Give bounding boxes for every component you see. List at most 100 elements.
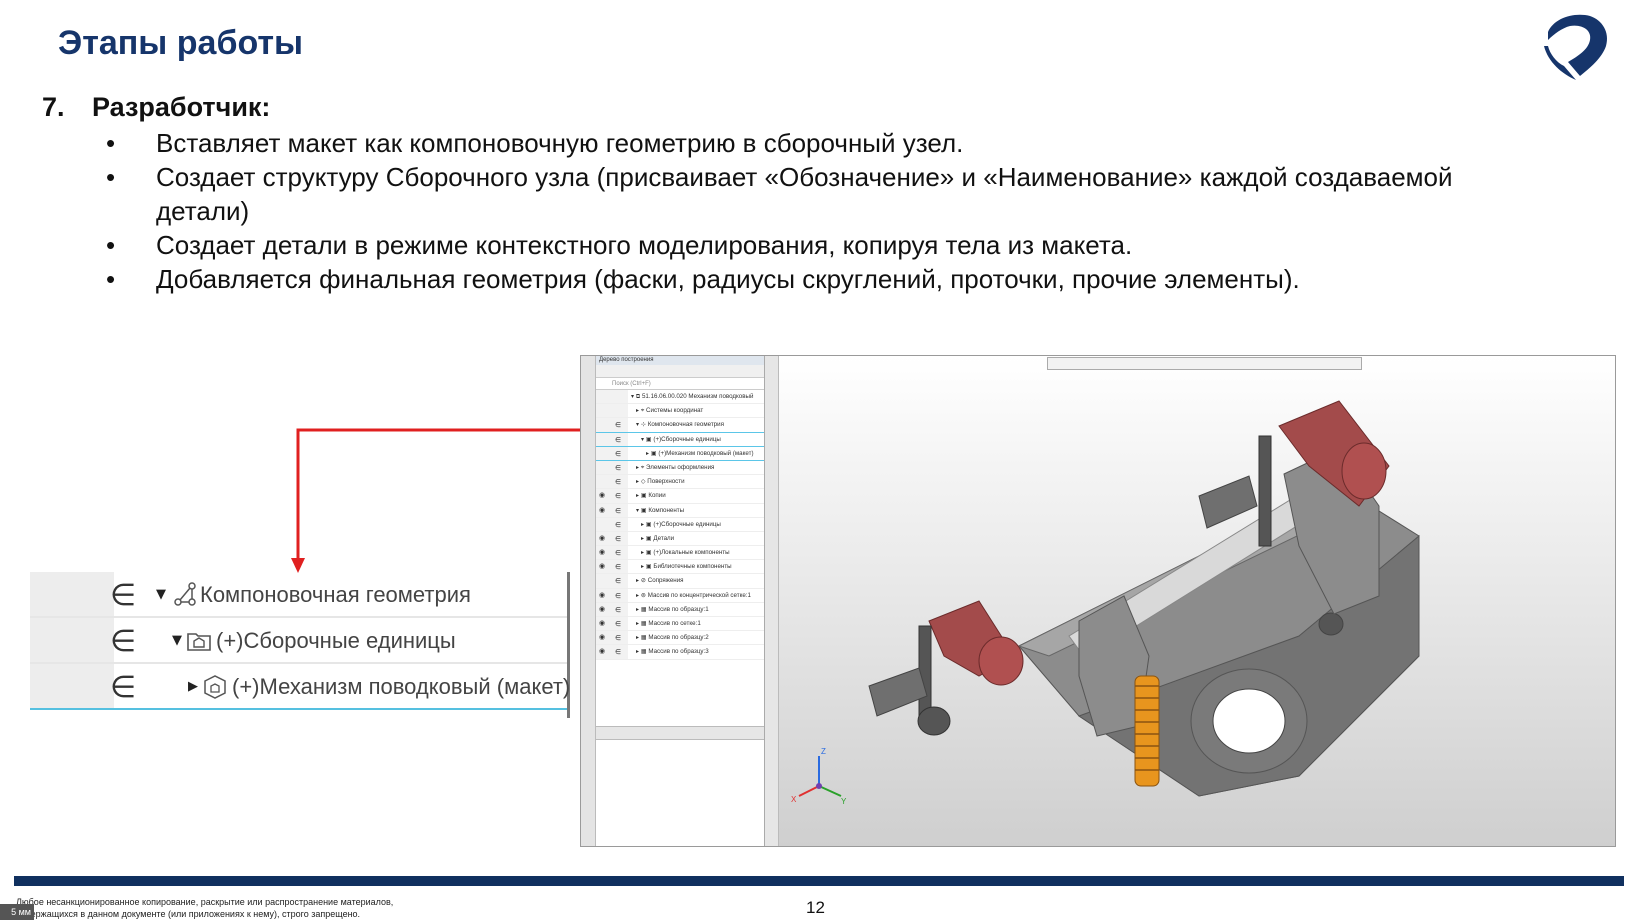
tree-row[interactable]: ◉ ∈ ▸ ▦ Массив по образцу:3 [596, 645, 764, 660]
tree-row-label: ▸ ⌖ Системы координат [636, 407, 704, 415]
footer-disclaimer: Любое несанкционированное копирование, р… [16, 897, 394, 919]
inclusion-icon: ∈ [110, 670, 137, 705]
visibility-icon[interactable]: ◉ [599, 589, 605, 603]
inclusion-icon: ∈ [615, 563, 622, 572]
tree-row-label: ▸ ▦ Массив по образцу:2 [636, 634, 709, 642]
mechanism-3d-model: Z X Y [791, 400, 1420, 806]
tree-row[interactable]: ∈ ▸ ⊘ Сопряжения [596, 574, 764, 589]
axis-z-label: Z [821, 747, 826, 756]
tree-row-label: ▸ ▣ (+)Сборочные единицы [641, 520, 721, 528]
zoom-row-label: Компоновочная геометрия [200, 582, 471, 607]
inclusion-icon: ∈ [615, 634, 622, 643]
visibility-icon[interactable]: ◉ [599, 631, 605, 645]
visibility-icon[interactable]: ◉ [599, 560, 605, 574]
tree-row-label: ▸ ▣ Детали [641, 534, 675, 542]
inclusion-icon: ∈ [615, 534, 622, 543]
expand-down-icon[interactable]: ▼ [172, 633, 182, 648]
viewport-toolbar [1047, 357, 1362, 370]
cad-screenshot: Дерево построения Поиск (Ctrl+F) ▾ ⧉ 51.… [580, 355, 1616, 847]
bullet-glyph: • [106, 264, 116, 294]
inclusion-icon: ∈ [615, 449, 622, 458]
visibility-icon[interactable]: ◉ [599, 532, 605, 546]
tree-row-label: ▸ ▦ Массив по образцу:1 [636, 605, 709, 613]
expand-right-icon[interactable]: ▶ [188, 679, 198, 694]
tree-row[interactable]: ◉ ∈ ▸ ▣ Библиотечные компоненты [596, 560, 764, 575]
zoom-row-assembly-units[interactable]: ∈ ▼ (+)Сборочные единицы [30, 618, 567, 664]
inclusion-icon: ∈ [615, 435, 622, 444]
tree-row[interactable]: ◉ ∈ ▸ ▦ Массив по образцу:1 [596, 602, 764, 617]
tree-rows: ▾ ⧉ 51.16.06.00.020 Механизм поводковый ▸… [596, 390, 764, 660]
tree-row-label: ▸ ▣ Копии [636, 492, 666, 500]
inclusion-icon: ∈ [615, 591, 622, 600]
visibility-icon[interactable]: ◉ [599, 603, 605, 617]
tree-bottom-toolbar [596, 726, 764, 740]
footer-bar [14, 876, 1624, 886]
zoomed-tree-callout: ∈ ▼ Компоновочная геометрия ∈ ▼ (+)Сборо… [30, 572, 570, 718]
tree-search-input[interactable]: Поиск (Ctrl+F) [596, 378, 764, 390]
bullet-glyph: • [106, 162, 116, 192]
tree-row[interactable]: ∈ ▾ ⊹ Компоновочная геометрия [596, 418, 764, 433]
visibility-icon[interactable]: ◉ [599, 546, 605, 560]
step-heading: 7. Разработчик: [42, 92, 270, 123]
tree-row-label: ▸ ▣ Библиотечные компоненты [641, 563, 732, 571]
layout-geometry-icon [174, 582, 196, 606]
tree-row[interactable]: ∈ ▸ ▣ (+)Механизм поводковый (макет) [596, 446, 764, 461]
tree-row[interactable]: ◉ ∈ ▾ ▣ Компоненты [596, 503, 764, 518]
zoom-row-label: (+)Сборочные единицы [216, 628, 456, 653]
tree-row-label: ▸ ▣ (+)Локальные компоненты [641, 549, 730, 557]
tree-row[interactable]: ◉ ∈ ▸ ▦ Массив по сетке:1 [596, 617, 764, 632]
visibility-icon[interactable]: ◉ [599, 645, 605, 659]
panel-splitter[interactable] [765, 356, 779, 846]
tree-row-label: ▾ ⊹ Компоновочная геометрия [636, 421, 724, 429]
company-logo [1544, 14, 1608, 80]
inclusion-icon: ∈ [615, 478, 622, 487]
page-number: 12 [806, 898, 825, 917]
mm-badge: 5 мм [0, 904, 34, 920]
tree-toolbar [596, 365, 764, 378]
inclusion-icon: ∈ [110, 624, 137, 659]
tree-row-label: ▸ ◇ Поверхности [636, 478, 685, 486]
tree-row-label: ▸ ▦ Массив по сетке:1 [636, 620, 701, 627]
axis-y-label: Y [841, 797, 847, 806]
tree-row[interactable]: ∈ ▾ ▣ (+)Сборочные единицы [596, 432, 764, 447]
inclusion-icon: ∈ [615, 421, 622, 430]
tree-row[interactable]: ◉ ∈ ▸ ⊚ Массив по концентрической сетке:1 [596, 588, 764, 603]
tree-row-label: ▸ ⌖ Элементы оформления [636, 463, 715, 471]
inclusion-icon: ∈ [615, 648, 622, 657]
inclusion-icon: ∈ [615, 605, 622, 614]
tree-row[interactable]: ◉ ∈ ▸ ▣ Детали [596, 531, 764, 547]
tree-row[interactable]: ◉ ∈ ▸ ▣ Копии [596, 489, 764, 504]
zoom-row-mechanism-mockup[interactable]: ∈ ▶ (+)Механизм поводковый (макет) [30, 664, 571, 710]
inclusion-icon: ∈ [615, 549, 622, 558]
tree-row[interactable]: ∈ ▸ ◇ Поверхности [596, 475, 764, 490]
visibility-icon[interactable]: ◉ [599, 504, 605, 518]
bullet-item: • Добавляется финальная геометрия (фаски,… [106, 264, 1300, 294]
inclusion-icon: ∈ [615, 492, 622, 501]
tree-row[interactable]: ◉ ∈ ▸ ▦ Массив по образцу:2 [596, 631, 764, 646]
3d-viewport[interactable]: Z X Y [779, 356, 1615, 846]
inclusion-icon: ∈ [615, 506, 622, 515]
inclusion-icon: ∈ [615, 463, 622, 472]
visibility-icon[interactable]: ◉ [599, 489, 605, 503]
expand-down-icon[interactable]: ▼ [156, 587, 166, 602]
zoom-row-label: (+)Механизм поводковый (макет) [232, 674, 571, 699]
inclusion-icon: ∈ [615, 620, 622, 628]
tree-row-label: ▾ ▣ (+)Сборочные единицы [641, 435, 721, 443]
tree-row[interactable]: ◉ ∈ ▸ ▣ (+)Локальные компоненты [596, 546, 764, 561]
assembly-folder-icon [187, 633, 211, 651]
tree-row-label: ▸ ▦ Массив по образцу:3 [636, 648, 709, 656]
inclusion-icon: ∈ [615, 577, 622, 586]
bullet-item: • Создает структуру Сборочного узла (прис… [106, 162, 1453, 226]
tree-row-label: ▸ ⊘ Сопряжения [636, 577, 684, 585]
tree-row-label: ▾ ⧉ 51.16.06.00.020 Механизм поводковый [631, 393, 754, 400]
tree-row[interactable]: ▸ ⌖ Системы координат [596, 404, 764, 419]
step-number: 7. [42, 92, 65, 122]
bullet-glyph: • [106, 128, 116, 158]
zoom-row-layout-geometry[interactable]: ∈ ▼ Компоновочная геометрия [30, 572, 567, 618]
left-toolstrip [581, 356, 596, 846]
tree-row[interactable]: ∈ ▸ ▣ (+)Сборочные единицы [596, 517, 764, 532]
tree-row[interactable]: ▾ ⧉ 51.16.06.00.020 Механизм поводковый [596, 390, 764, 405]
visibility-icon[interactable]: ◉ [599, 617, 605, 631]
tree-row[interactable]: ∈ ▸ ⌖ Элементы оформления [596, 460, 764, 476]
bullet-item: • Создает детали в режиме контекстного мо… [106, 230, 1133, 260]
